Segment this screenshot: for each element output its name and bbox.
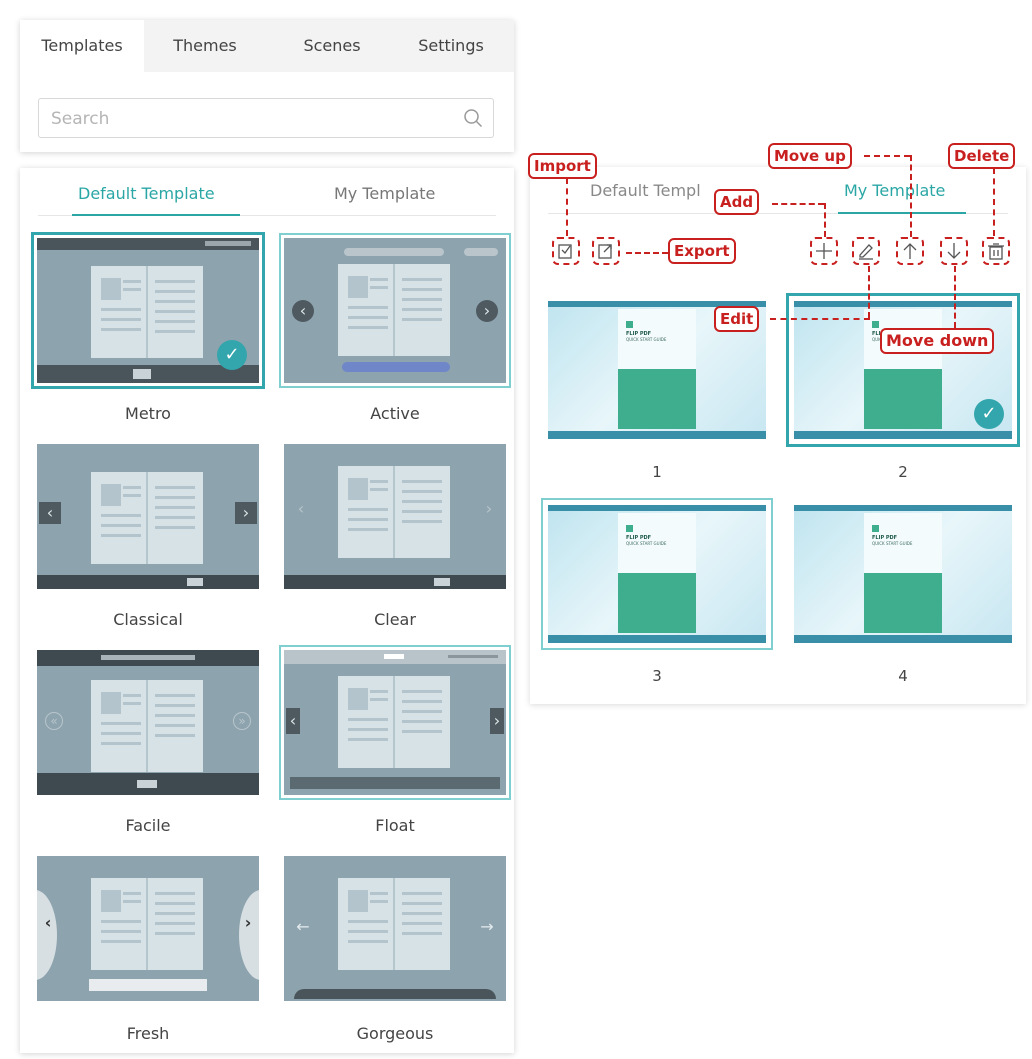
edit-icon — [859, 244, 873, 260]
move-up-leader-line-h — [864, 155, 910, 157]
my-template-label-3: 3 — [652, 667, 662, 685]
template-label-classical: Classical — [113, 610, 183, 629]
template-label-clear: Clear — [374, 610, 416, 629]
export-icon — [598, 244, 612, 259]
template-label-facile: Facile — [125, 816, 171, 835]
selected-check-icon: ✓ — [217, 340, 247, 370]
my-template-thumbnail-2[interactable]: FLIP PDFQUICK START GUIDE ✓ — [786, 293, 1020, 447]
tab-my-template[interactable]: My Template — [844, 181, 945, 200]
edit-leader-line-h — [770, 318, 870, 320]
prev-page-icon: « — [45, 712, 63, 730]
next-page-icon: › — [490, 708, 504, 734]
tab-my-template[interactable]: My Template — [334, 184, 435, 214]
template-facile-thumbnail[interactable]: « » — [37, 650, 259, 795]
tab-scenes[interactable]: Scenes — [278, 20, 386, 72]
edit-annotation: Edit — [714, 306, 760, 332]
my-template-thumbnail-3[interactable]: FLIP PDF QUICK START GUIDE — [541, 498, 773, 650]
tab-themes[interactable]: Themes — [150, 20, 260, 72]
template-label-float: Float — [375, 816, 415, 835]
delete-button[interactable] — [982, 237, 1010, 265]
active-tab-indicator — [838, 212, 966, 214]
next-page-icon: › — [244, 913, 252, 932]
move-up-button[interactable] — [896, 237, 924, 265]
template-active-thumbnail[interactable]: ‹ › — [279, 233, 511, 388]
prev-page-icon: ‹ — [286, 708, 300, 734]
next-page-icon: › — [476, 300, 498, 322]
next-page-icon: » — [233, 712, 251, 730]
move-up-leader-line-v — [910, 155, 912, 237]
my-template-label-4: 4 — [898, 667, 908, 685]
tab-default-template[interactable]: Default Template — [78, 184, 215, 214]
export-button[interactable] — [592, 237, 620, 265]
export-annotation: Export — [668, 238, 736, 264]
move-up-annotation: Move up — [768, 143, 852, 169]
top-tab-panel: Templates Themes Scenes Settings — [20, 20, 514, 152]
tab-templates[interactable]: Templates — [20, 20, 144, 72]
my-template-panel: Default Templ My Template FLIP PDF QUICK … — [530, 167, 1026, 704]
template-panel: Default Template My Template ✓ Metro ‹ ›… — [20, 168, 514, 1053]
my-template-thumbnail-4[interactable]: FLIP PDF QUICK START GUIDE — [794, 505, 1012, 643]
delete-annotation: Delete — [948, 143, 1016, 169]
export-leader-line — [626, 252, 668, 254]
template-metro-thumbnail[interactable]: ✓ — [31, 232, 265, 389]
prev-page-icon: ‹ — [297, 499, 305, 518]
move-down-leader-line — [954, 266, 956, 328]
tab-settings[interactable]: Settings — [392, 20, 510, 72]
template-fresh-thumbnail[interactable]: ‹ › — [37, 856, 259, 1001]
template-gorgeous-thumbnail[interactable]: ← → — [284, 856, 506, 1001]
template-float-thumbnail[interactable]: ‹ › — [279, 645, 511, 800]
delete-icon — [988, 243, 1004, 260]
main-tab-bar: Templates Themes Scenes Settings — [20, 20, 514, 72]
template-clear-thumbnail[interactable]: ‹ › — [284, 444, 506, 589]
add-button[interactable] — [810, 237, 838, 265]
add-leader-line-h — [772, 203, 824, 205]
template-label-fresh: Fresh — [126, 1024, 170, 1043]
edit-leader-line-v — [868, 266, 870, 318]
active-tab-indicator — [72, 214, 240, 216]
search-box — [38, 98, 494, 139]
move-down-annotation: Move down — [880, 328, 995, 354]
template-label-metro: Metro — [125, 404, 171, 423]
tab-default-template[interactable]: Default Templ — [590, 181, 701, 200]
selected-check-icon: ✓ — [974, 399, 1004, 429]
prev-page-icon: ‹ — [44, 913, 52, 932]
edit-button[interactable] — [852, 237, 880, 265]
import-leader-line — [566, 178, 568, 236]
import-button[interactable] — [552, 237, 580, 265]
add-icon — [816, 243, 832, 259]
template-label-active: Active — [370, 404, 420, 423]
import-annotation: Import — [528, 153, 597, 179]
template-label-gorgeous: Gorgeous — [356, 1024, 434, 1043]
move-down-button[interactable] — [940, 237, 968, 265]
move-up-icon — [903, 243, 917, 259]
prev-page-icon: ‹ — [292, 300, 314, 322]
next-page-icon: › — [235, 502, 257, 524]
delete-leader-line — [993, 168, 995, 236]
prev-page-icon: ← — [296, 917, 310, 936]
add-leader-line-v — [824, 203, 826, 237]
my-template-label-1: 1 — [652, 463, 662, 481]
import-icon — [558, 244, 572, 259]
template-classical-thumbnail[interactable]: ‹ › — [37, 444, 259, 589]
search-icon[interactable] — [463, 108, 483, 128]
prev-page-icon: ‹ — [39, 502, 61, 524]
add-annotation: Add — [714, 189, 760, 215]
move-down-icon — [947, 243, 961, 259]
my-template-label-2: 2 — [898, 463, 908, 481]
next-page-icon: › — [485, 499, 493, 518]
search-input[interactable] — [39, 99, 463, 139]
next-page-icon: → — [480, 917, 494, 936]
